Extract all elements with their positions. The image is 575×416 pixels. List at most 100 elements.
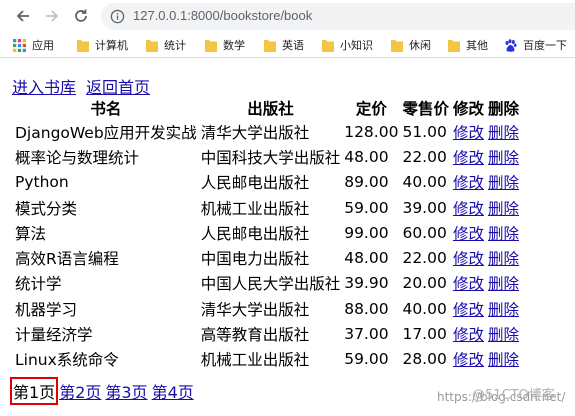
delete-link[interactable]: 删除 bbox=[488, 275, 519, 293]
apps-grid-icon bbox=[13, 38, 26, 52]
edit-link[interactable]: 修改 bbox=[453, 200, 484, 218]
address-url[interactable]: 127.0.0.1:8000/bookstore/book bbox=[133, 8, 312, 23]
bookmark-label: 其他 bbox=[466, 39, 488, 52]
bookmark-folder-other[interactable]: 其他 bbox=[448, 37, 488, 53]
header-delete: 删除 bbox=[487, 99, 519, 118]
table-row: 计量经济学 高等教育出版社 37.00 17.00 修改 删除 bbox=[13, 321, 521, 346]
bookmark-apps[interactable]: 应用 bbox=[13, 37, 54, 53]
edit-link-cell: 修改 bbox=[451, 144, 486, 169]
delete-link[interactable]: 删除 bbox=[488, 124, 519, 142]
enter-bookstore-link[interactable]: 进入书库 bbox=[12, 78, 76, 97]
delete-link[interactable]: 删除 bbox=[488, 200, 519, 218]
baidu-paw-icon bbox=[505, 38, 517, 52]
book-table: 书名 出版社 定价 零售价 修改 删除 DjangoWeb应用开发实战 清华大学出… bbox=[13, 96, 521, 372]
edit-link[interactable]: 修改 bbox=[453, 124, 484, 142]
forward-button[interactable] bbox=[42, 6, 62, 26]
edit-link[interactable]: 修改 bbox=[453, 149, 484, 167]
watermark-brand: @51CTO博客 bbox=[472, 388, 555, 403]
bookmark-baidu[interactable]: 百度一下 bbox=[504, 37, 567, 53]
edit-link[interactable]: 修改 bbox=[453, 174, 484, 192]
cell-retail: 20.00 bbox=[402, 274, 447, 293]
folder-icon bbox=[146, 39, 158, 52]
bookmark-label: 英语 bbox=[282, 39, 304, 52]
page-link-2[interactable]: 第2页 bbox=[59, 383, 101, 402]
delete-link-cell: 删除 bbox=[486, 296, 521, 321]
back-button[interactable] bbox=[13, 6, 33, 26]
delete-link-cell: 删除 bbox=[486, 144, 521, 169]
bookmark-folder-computer[interactable]: 计算机 bbox=[77, 37, 128, 53]
header-price: 定价 bbox=[355, 99, 387, 118]
delete-link-cell: 删除 bbox=[486, 119, 521, 144]
edit-link[interactable]: 修改 bbox=[453, 326, 484, 344]
bookmark-folder-math[interactable]: 数学 bbox=[205, 37, 245, 53]
arrow-left-icon bbox=[16, 10, 29, 22]
cell-title: 模式分类 bbox=[15, 199, 78, 218]
page-link-3[interactable]: 第3页 bbox=[105, 383, 147, 402]
folder-icon bbox=[391, 39, 403, 52]
edit-link[interactable]: 修改 bbox=[453, 351, 484, 369]
edit-link[interactable]: 修改 bbox=[453, 275, 484, 293]
cell-price: 37.00 bbox=[344, 325, 389, 344]
cell-publisher: 中国科技大学出版社 bbox=[200, 148, 341, 167]
page-link-4[interactable]: 第4页 bbox=[152, 383, 194, 402]
bookmark-folder-english[interactable]: 英语 bbox=[264, 37, 304, 53]
cell-publisher: 中国电力出版社 bbox=[200, 250, 310, 269]
table-row: DjangoWeb应用开发实战 清华大学出版社 128.00 51.00 修改 删除 bbox=[13, 119, 521, 144]
cell-title: Python bbox=[15, 173, 69, 192]
cell-retail: 22.00 bbox=[402, 249, 447, 268]
table-body: DjangoWeb应用开发实战 清华大学出版社 128.00 51.00 修改 删除 概率论… bbox=[13, 119, 521, 372]
cell-retail: 39.00 bbox=[402, 198, 447, 217]
delete-link[interactable]: 删除 bbox=[488, 149, 519, 167]
table-row: 机器学习 清华大学出版社 88.00 40.00 修改 删除 bbox=[13, 296, 521, 321]
cell-publisher: 清华大学出版社 bbox=[200, 300, 310, 319]
delete-link[interactable]: 删除 bbox=[488, 326, 519, 344]
delete-link-cell: 删除 bbox=[486, 245, 521, 270]
edit-link-cell: 修改 bbox=[451, 195, 486, 220]
cell-retail: 28.00 bbox=[402, 350, 447, 369]
reload-button[interactable] bbox=[71, 6, 91, 26]
cell-title: 高效R语言编程 bbox=[15, 250, 119, 269]
delete-link[interactable]: 删除 bbox=[488, 174, 519, 192]
edit-link-cell: 修改 bbox=[451, 271, 486, 296]
bookmark-folder-tips[interactable]: 小知识 bbox=[322, 37, 373, 53]
address-bar[interactable]: 127.0.0.1:8000/bookstore/book bbox=[101, 3, 575, 30]
edit-link[interactable]: 修改 bbox=[453, 301, 484, 319]
arrow-right-icon bbox=[46, 10, 59, 22]
delete-link[interactable]: 删除 bbox=[488, 301, 519, 319]
bookmark-label: 小知识 bbox=[340, 39, 373, 52]
delete-link[interactable]: 删除 bbox=[488, 225, 519, 243]
cell-price: 88.00 bbox=[344, 299, 389, 318]
table-row: Linux系统命令 机械工业出版社 59.00 28.00 修改 删除 bbox=[13, 347, 521, 372]
bookmark-label: 百度一下 bbox=[523, 39, 567, 52]
delete-link-cell: 删除 bbox=[486, 321, 521, 346]
bookmark-folder-statistics[interactable]: 统计 bbox=[146, 37, 186, 53]
info-icon[interactable] bbox=[110, 9, 125, 24]
browser-toolbar: 127.0.0.1:8000/bookstore/book bbox=[0, 0, 575, 32]
cell-publisher: 人民邮电出版社 bbox=[200, 224, 310, 243]
table-row: 算法 人民邮电出版社 99.00 60.00 修改 删除 bbox=[13, 220, 521, 245]
cell-retail: 51.00 bbox=[402, 122, 447, 141]
cell-retail: 40.00 bbox=[402, 173, 447, 192]
table-row: Python 人民邮电出版社 89.00 40.00 修改 删除 bbox=[13, 170, 521, 195]
cell-publisher: 高等教育出版社 bbox=[200, 326, 310, 345]
cell-price: 89.00 bbox=[344, 173, 389, 192]
cell-publisher: 人民邮电出版社 bbox=[200, 174, 310, 193]
cell-publisher: 清华大学出版社 bbox=[200, 123, 310, 142]
back-home-link[interactable]: 返回首页 bbox=[86, 78, 150, 97]
cell-retail: 17.00 bbox=[402, 325, 447, 344]
edit-link-cell: 修改 bbox=[451, 119, 486, 144]
cell-price: 59.00 bbox=[344, 198, 389, 217]
cell-publisher: 机械工业出版社 bbox=[200, 199, 310, 218]
delete-link[interactable]: 删除 bbox=[488, 250, 519, 268]
cell-price: 48.00 bbox=[344, 249, 389, 268]
edit-link[interactable]: 修改 bbox=[453, 250, 484, 268]
cell-price: 39.90 bbox=[344, 274, 389, 293]
table-row: 概率论与数理统计 中国科技大学出版社 48.00 22.00 修改 删除 bbox=[13, 144, 521, 169]
bookmark-folder-leisure[interactable]: 休闲 bbox=[391, 37, 431, 53]
cell-publisher: 中国人民大学出版社 bbox=[200, 275, 341, 294]
edit-link[interactable]: 修改 bbox=[453, 225, 484, 243]
cell-retail: 60.00 bbox=[402, 223, 447, 242]
delete-link[interactable]: 删除 bbox=[488, 351, 519, 369]
table-row: 模式分类 机械工业出版社 59.00 39.00 修改 删除 bbox=[13, 195, 521, 220]
folder-icon bbox=[264, 39, 276, 52]
